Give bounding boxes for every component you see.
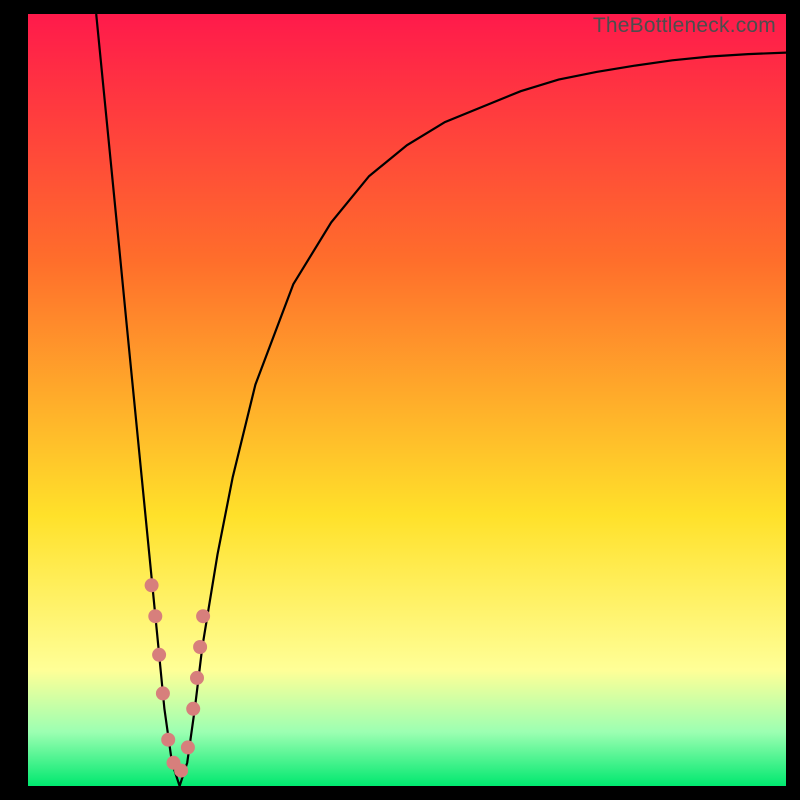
watermark-text: TheBottleneck.com	[593, 14, 776, 38]
marker-point	[152, 648, 166, 662]
marker-point	[196, 609, 210, 623]
marker-point	[148, 609, 162, 623]
plot-area: TheBottleneck.com	[28, 14, 786, 786]
marker-point	[161, 733, 175, 747]
marker-point	[181, 740, 195, 754]
chart-frame: TheBottleneck.com	[0, 0, 800, 800]
marker-point	[156, 686, 170, 700]
marker-point	[186, 702, 200, 716]
marker-point	[190, 671, 204, 685]
marker-point	[145, 578, 159, 592]
curve-layer	[28, 14, 786, 786]
bottleneck-curve	[96, 14, 786, 786]
marker-point	[193, 640, 207, 654]
marker-point	[174, 764, 188, 778]
